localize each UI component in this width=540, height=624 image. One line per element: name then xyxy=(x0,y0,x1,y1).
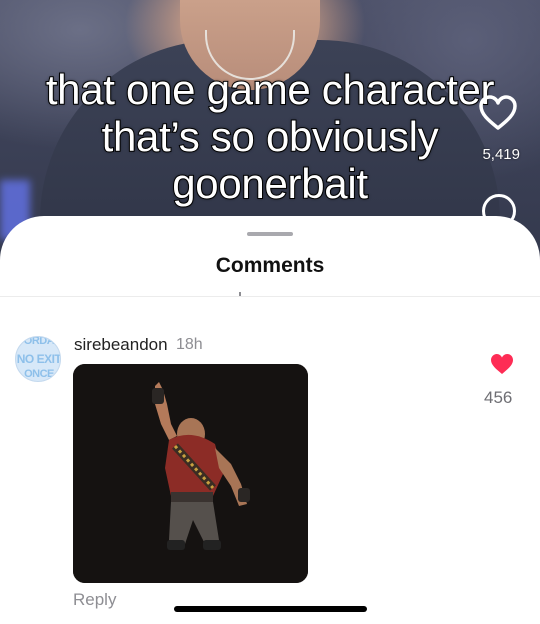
avatar-text-top: ORDA xyxy=(23,336,55,347)
home-indicator[interactable] xyxy=(174,606,367,612)
reply-button[interactable]: Reply xyxy=(73,590,116,610)
comment-like-count: 456 xyxy=(484,388,513,407)
comments-sheet: Comments ORDA NO EXIT ONCE sirebeandon 1… xyxy=(0,216,540,624)
header-divider xyxy=(0,296,540,297)
avatar-text-bottom: ONCE xyxy=(24,368,54,380)
comment-gif-attachment[interactable] xyxy=(73,364,308,583)
avatar-text-middle: NO EXIT xyxy=(16,352,61,366)
video-caption: that one game character that’s so obviou… xyxy=(45,65,496,208)
sheet-grabber[interactable] xyxy=(247,232,293,236)
comment-username[interactable]: sirebeandon xyxy=(74,335,168,355)
comment-timestamp: 18h xyxy=(176,336,203,353)
comments-title: Comments xyxy=(215,254,325,277)
video-like-button[interactable] xyxy=(478,94,518,134)
heart-filled-icon xyxy=(491,354,513,374)
comment-like-button[interactable] xyxy=(490,353,514,375)
video-like-count: 5,419 xyxy=(482,146,520,163)
heart-outline-icon xyxy=(479,95,517,130)
dancing-character-image xyxy=(73,364,308,583)
avatar[interactable]: ORDA NO EXIT ONCE xyxy=(15,336,61,382)
